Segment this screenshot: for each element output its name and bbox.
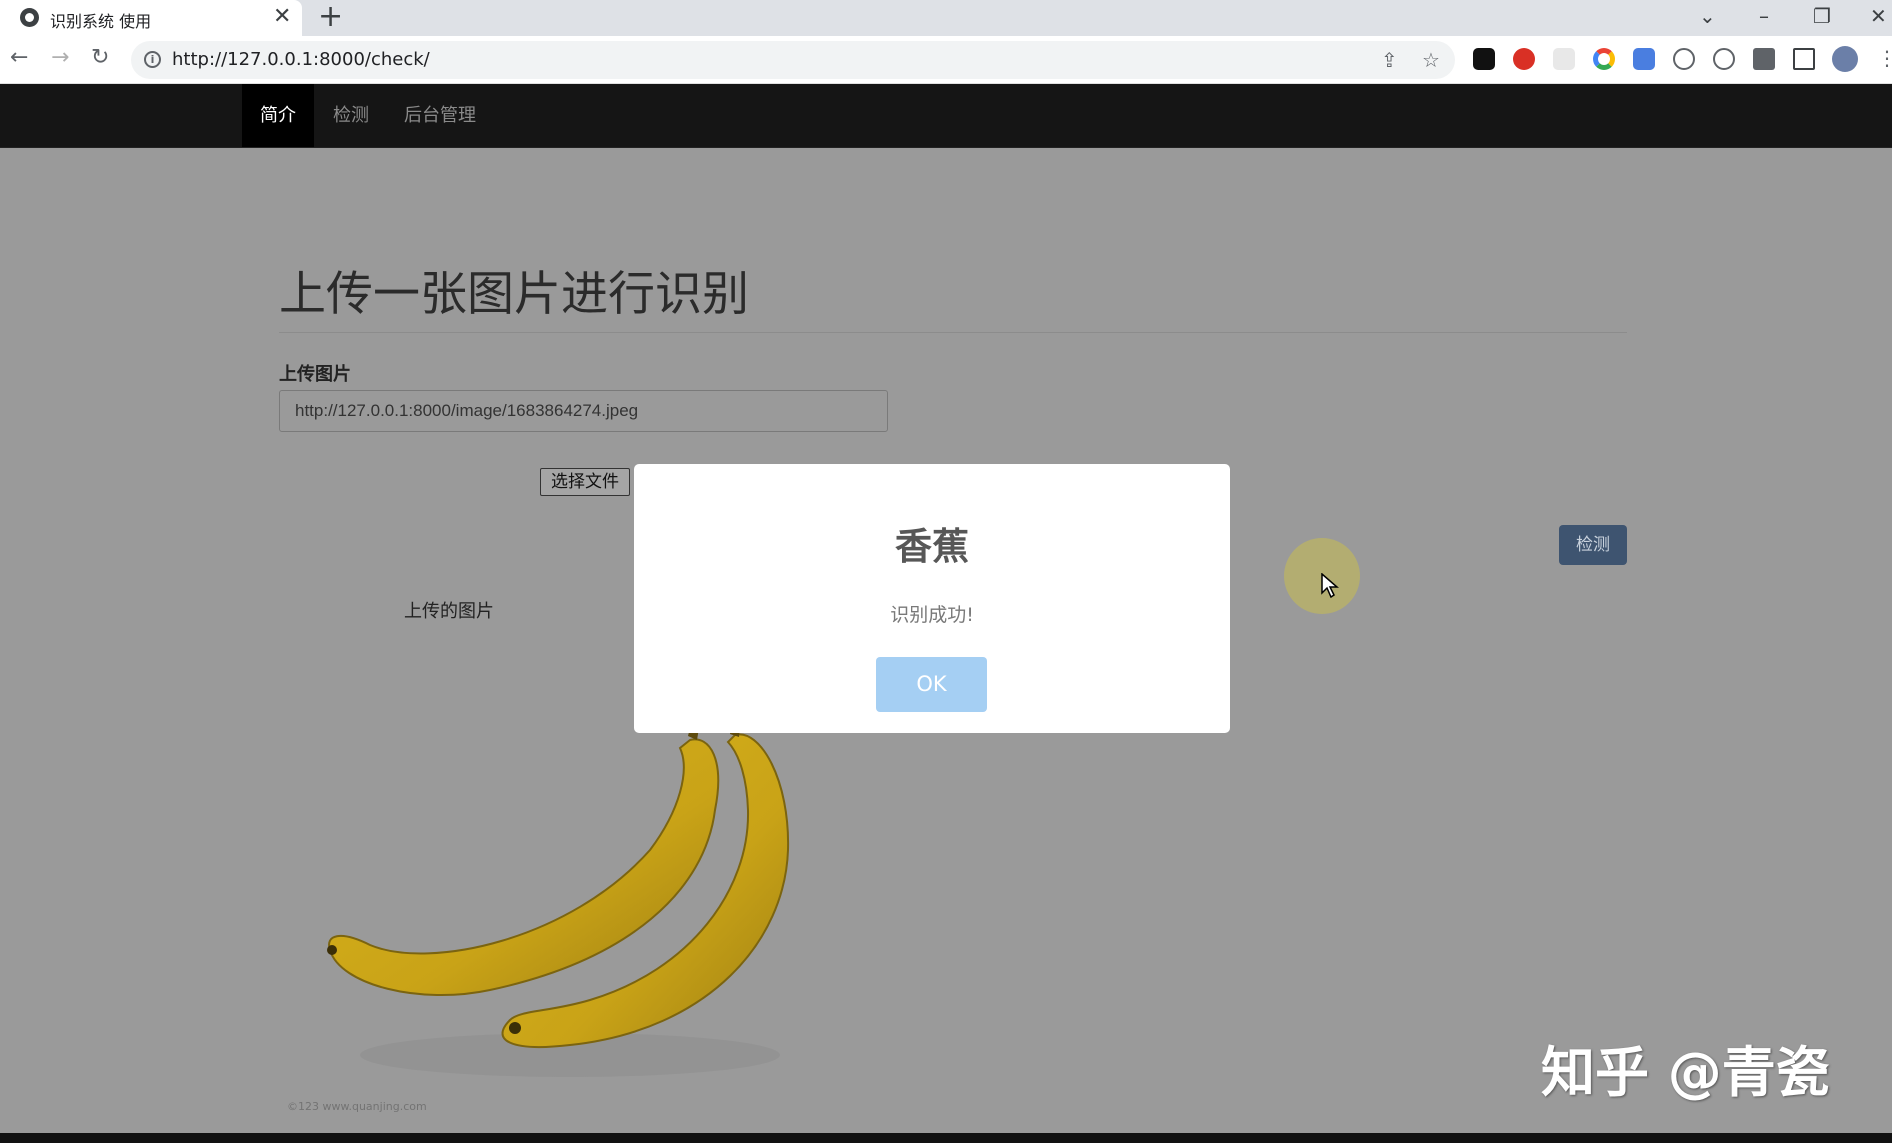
image-url-field[interactable]: http://127.0.0.1:8000/image/1683864274.j… (279, 390, 888, 432)
chrome-icon[interactable] (1593, 48, 1615, 70)
close-window-button[interactable]: ✕ (1870, 2, 1887, 30)
page-title: 上传一张图片进行识别 (279, 267, 749, 322)
result-dialog: 香蕉 识别成功! OK (634, 464, 1230, 733)
extension-2-icon[interactable] (1513, 48, 1535, 70)
choose-file-button[interactable]: 选择文件 (540, 468, 630, 496)
forward-icon[interactable]: → (51, 45, 69, 71)
site-navbar: 简介 检测 后台管理 (0, 84, 1892, 148)
dialog-message: 识别成功! (890, 604, 974, 626)
extension-3-icon[interactable] (1553, 48, 1575, 70)
mouse-cursor-icon (1321, 573, 1339, 599)
profile-avatar[interactable] (1832, 46, 1858, 72)
share-icon[interactable]: ⇪ (1381, 47, 1398, 73)
divider (279, 332, 1627, 333)
nav-item-detect[interactable]: 检测 (333, 84, 369, 147)
restore-button[interactable]: ❐ (1813, 2, 1831, 30)
detect-button[interactable]: 检测 (1559, 525, 1627, 565)
image-caption: ©123 www.quanjing.com (287, 1100, 427, 1113)
tab-title: 识别系统 使用 (50, 12, 152, 31)
banana-image (327, 716, 790, 1077)
minimize-button[interactable]: – (1759, 2, 1769, 30)
tab-search-icon[interactable]: ⌄ (1699, 2, 1716, 30)
taskbar-edge (0, 1133, 1892, 1143)
globe-icon (20, 8, 39, 27)
site-info-icon[interactable]: i (144, 51, 161, 68)
browser-tab[interactable]: 识别系统 使用 ✕ (0, 0, 302, 36)
url-text[interactable]: http://127.0.0.1:8000/check/ (172, 49, 430, 70)
zhihu-watermark: 知乎 @青瓷 (1541, 1041, 1830, 1104)
address-bar[interactable]: i http://127.0.0.1:8000/check/ ⇪ ☆ (131, 41, 1455, 79)
bookmark-star-icon[interactable]: ☆ (1422, 47, 1440, 73)
extension-4-icon[interactable] (1673, 48, 1695, 70)
sidebar-icon[interactable] (1793, 48, 1815, 70)
close-tab-icon[interactable]: ✕ (273, 4, 291, 30)
browser-toolbar: ← → ↻ i http://127.0.0.1:8000/check/ ⇪ ☆… (0, 36, 1892, 84)
reload-icon[interactable]: ↻ (91, 45, 109, 71)
ok-button[interactable]: OK (876, 657, 987, 712)
tab-strip: 识别系统 使用 ✕ + ⌄ – ❐ ✕ (0, 0, 1892, 36)
new-tab-button[interactable]: + (318, 1, 343, 33)
translate-icon[interactable] (1633, 48, 1655, 70)
dialog-title: 香蕉 (895, 525, 969, 568)
extension-1-icon[interactable] (1473, 48, 1495, 70)
menu-icon[interactable]: ⋮ (1877, 45, 1892, 71)
nav-item-intro[interactable]: 简介 (242, 84, 314, 147)
upload-label: 上传图片 (279, 364, 351, 385)
uploaded-image-label: 上传的图片 (404, 601, 494, 622)
back-icon[interactable]: ← (10, 45, 28, 71)
puzzle-icon[interactable] (1753, 48, 1775, 70)
nav-item-admin[interactable]: 后台管理 (404, 84, 476, 147)
extension-5-icon[interactable] (1713, 48, 1735, 70)
